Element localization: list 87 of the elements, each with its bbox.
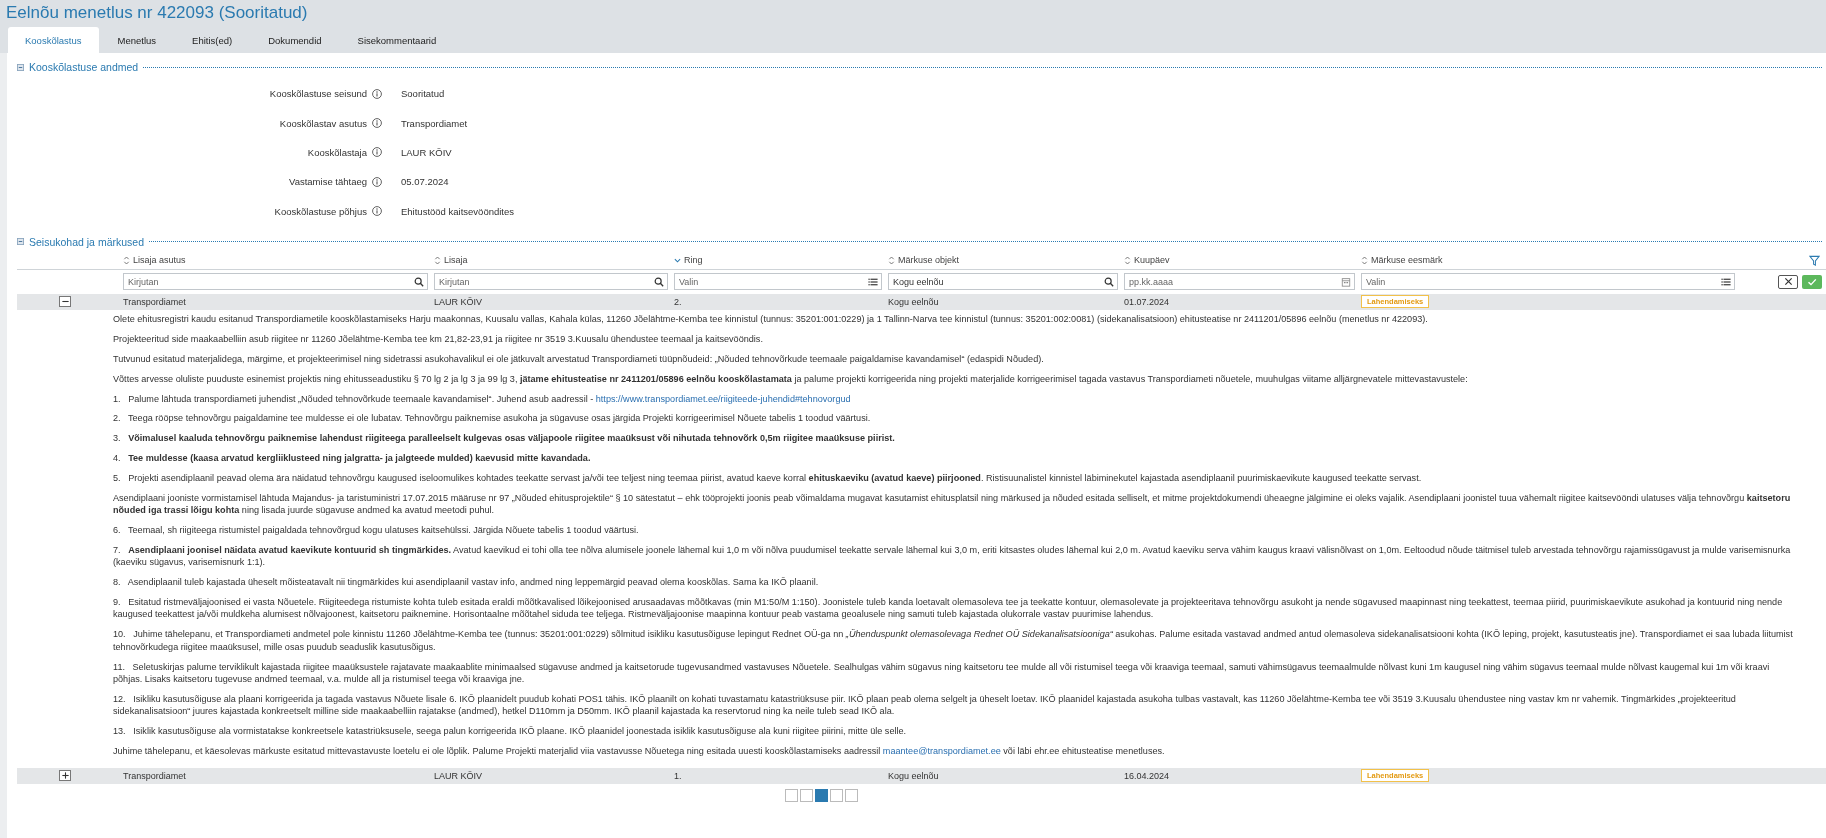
collapse-icon[interactable]: [17, 63, 24, 71]
filter-field[interactable]: Kirjutan: [123, 273, 428, 291]
numbered-paragraph: 8. Asendiplaanil tuleb kajastada üheselt mõisteatavalt nii tingmärkides kui asendiplaanil vastav info, andmed ning leppemärgid peavad olema kooskõlas. Sama ka IKÕ plaanil.: [113, 576, 820, 589]
tab[interactable]: Ehitis(ed): [175, 27, 250, 53]
numbered-paragraph: 7. Asendiplaani joonisel näidata avatud kaevikute kontuurid sh tingmärkides. Avatud kaevikud ei tohi olla tee nõlva alumisele joonele lähemal kui 1,0 m või nõlva puudumisel teekatte servale lähemal kui 3,0 m, eriti kitsastes oludes lähemal kui 2,0 m. Avatud kaeviku serva vähim kaugus kraavi välisnõlvast on 1,0m. Eeltoodud nõude täitmisel tuleb arvestada tehnovõrgu rajamissügavust ja mulde varisemisnurka (kaeviku sügavus, varisemisnurk 1:1).: [113, 544, 1792, 569]
filter-field[interactable]: Kirjutan: [434, 273, 668, 291]
link[interactable]: maantee@transpordiamet.ee: [882, 745, 1001, 756]
filter-icon[interactable]: [1809, 254, 1820, 266]
list-icon[interactable]: [868, 276, 878, 287]
column-header[interactable]: Lisaja: [444, 255, 468, 266]
tab[interactable]: Kooskõlastus: [8, 27, 99, 53]
paragraph: Tutvunud esitatud materjalidega, märgime, et projekteerimisel ning sidetrassi asukohavalikul ei ole jätkuvalt arvestatud Transpordiameti tüüpnõudeid: „Nõuded tehnovõrkude teemaale paigaldamise kavandamisel“ (edaspidi Nõuded).: [113, 352, 1045, 366]
page-title: Eelnõu menetlus nr 422093 (Sooritatud): [6, 2, 309, 24]
tab[interactable]: Sisekommentaarid: [340, 27, 454, 53]
filter-field[interactable]: pp.kk.aaaa: [1124, 273, 1355, 291]
expand-toggle[interactable]: [59, 770, 71, 782]
column-header[interactable]: Märkuse eesmärk: [1371, 255, 1443, 266]
numbered-paragraph: 2. Teega rööpse tehnovõrgu paigaldamine tee muldesse ei ole lubatav. Tehnovõrgu paiknemise asukoha ja sügavuse osas järgida Projekti korrigeerimisel Nõuete tabelis 1 toodud väärtusi.: [113, 412, 872, 425]
table-cell: LAUR KÕIV: [434, 296, 482, 307]
calendar-icon[interactable]: [1341, 276, 1351, 287]
filter-field[interactable]: Valin: [1361, 273, 1735, 291]
table-cell: LAUR KÕIV: [434, 770, 482, 781]
numbered-paragraph: 9. Esitatud ristmeväljajoonised ei vasta Nõuetele. Riigiteedega ristumiste kohta tuleb esitada eraldi mõõtkavalised lõikejoonised arusaadavas mõõtkavas (min M1:50/M 1:150). Joonistele tuleb kanda loetavalt olemasoleva tee ja teekatte kontuur, olemasolevate ja projekteeritava tehnovõrgu asukoht ja nende sügavused maapinnast ning teekattest, teemaa piirid, puurimiskaevikute asukohad ja kontuurid ning nende kaugused teekattest ja/või muldkeha alumisest nõlvajoonest, kaitsetoru paiknemine. Horisontaalne mõõtahel siduda tee teljega. Ristmeväljajoonise maapinna kontuur peab vastama geoalusele ning samuti tuleb kajastada olukorrale vastav puurimise lahendus.: [113, 596, 1784, 621]
field-label: Vastamise tähtaeg: [289, 176, 367, 188]
section-title: Kooskõlastuse andmed: [29, 61, 139, 73]
field-label: Kooskõlastav asutus: [279, 117, 367, 129]
numbered-paragraph: 10. Juhime tähelepanu, et Transpordiameti andmetel pole kinnistu 11260 Jõelähtme-Kemba tee (tunnus: 35201:001:0229) sõlmitud isikliku kasutusõiguse lepingut Rednet OÜ-ga nn „Ühenduspunkt olemasolevaga Rednet OÜ Sidekanalisatsiooniga“ asukohas. Palume esitada vastavad andmed antud olemasoleva sidekanalisatsiooni kohta (IKÕ leping, projekt, kasutusteatis jne). Transpordiamet ei saa lubada liitumist tehnovõrkudega riigitee maaüksusel, mille osas puudub seaduslik kasutusõigus.: [113, 628, 1794, 653]
filter-field[interactable]: Valin: [674, 273, 882, 291]
field-value: 05.07.2024: [401, 176, 449, 188]
paragraph: Asendiplaani jooniste vormistamisel lähtuda Majandus- ja taristuministri 17.07.2015 määruse nr 97 „Nõuded ehitusprojektile“ § 10 sätestatut – ehk tööprojekti joonis peab võimaldama mugavat kasutamist ehitusplatsil ning märkused ja nõuded esitada selliselt, et mitme projektdokumendi üheaegne jälgimine ei oleks vajalik. Asendiplaani joonistel tuua vähemalt riigitee kaitsevööndi ulatuses välja tehnovõrgu kaitsetoru nõuded iga trassi lõigu kohta ning lisada juurde sügavuse andmed ka avatud meetodi puhul.: [113, 491, 1792, 517]
sort-icon[interactable]: [434, 255, 441, 265]
numbered-paragraph: 5. Projekti asendiplaanil peavad olema ära näidatud tehnovõrgu kaugused iseloomulikes kohtades teekatte servast ja/või tee teljest ning teemaa piirist, avatud kaeve korral ehituskaeviku (avatud kaeve) piirjooned. Ristisuunalistel kinnistel läbiminekutel kajastada asendiplaanil puurimiskaevikute kaugused teekatte servast.: [113, 472, 1423, 485]
table-cell: 01.07.2024: [1124, 296, 1170, 307]
numbered-paragraph: 12. Isikliku kasutusõiguse ala plaani korrigeerida ja tagada vastavus Nõuete lisale 6. IKÕ plaanidelt puudub kohati POS1 tähis. IKÕ plaanilt on kohati tuvastamatu katastriüksuse piir. IKÕ plaan peab olema selgelt ja üheselt loetav. IKÕ plaanidel kajastada asukoha tulbas vastavalt, kas 11260 Jõelähtme-Kemba tee või 3519 3.Kuusalu ühendustee ning vastav km nr vahemik. Tingmärkides „projekteeritud sidekanalisatsioon“ juures kajastada konkreetselt milline side maakaabelliin rajatakse (andmed), hetkel D110mm ja D50mm. IKÕ plaanil kajastada ka reservtorud ning ka neile tuleb sead IKÕ ala.: [113, 692, 1737, 718]
numbered-paragraph: 1. Palume lähtuda transpordiameti juhendist „Nõuded tehnovõrkude teemaale kavandamisel“. Juhend asub aadressil - https://www.transpordiamet.ee/riigiteede-juhendid#tehnovorgud: [113, 392, 852, 405]
close-icon: [1783, 277, 1793, 287]
clear-button[interactable]: [1778, 274, 1798, 289]
field-value: Transpordiamet: [401, 117, 468, 129]
column-header[interactable]: Kuupäev: [1134, 255, 1170, 266]
table-cell: 2.: [674, 296, 682, 307]
info-icon[interactable]: [372, 147, 382, 158]
field-value: Ehitustööd kaitsevööndites: [401, 205, 515, 217]
paragraph: Võttes arvesse oluliste puuduste esinemist projektis ning ehitusseadustiku § 70 lg 2 ja lg 3 ja 99 lg 3, jätame ehitusteatise nr 2411201/05896 eelnõu kooskõlastamata ja palume projekti korrigeerida ning projekti materjalide korrigeerimisel tagada vastavus Transpordiameti nõuetele, muuhulgas viitame alljärgnevatele mittevastavustele:: [113, 372, 1469, 385]
column-header[interactable]: Lisaja asutus: [133, 255, 186, 266]
paragraph: Juhime tähelepanu, et käesolevas märkuste esitatud mittevastavuste loetelu ei ole lõplik. Palume Projekti materjalid viia vastavusse Nõuetega ning esitada uuesti kooskõlastamiseks aadressil maantee@transpordiamet.ee või läbi ehr.ee ehitusteatise menetluses.: [113, 744, 1166, 758]
table-cell: Transpordiamet: [123, 296, 186, 307]
plus-icon: [60, 771, 70, 781]
sort-icon[interactable]: [1124, 255, 1131, 265]
field-label: Kooskõlastuse seisund: [269, 88, 367, 100]
field-label: Kooskõlastuse põhjus: [274, 205, 367, 217]
field-value: LAUR KÕIV: [401, 146, 452, 158]
info-icon[interactable]: [372, 176, 382, 187]
paragraph: Projekteeritud side maakaabelliin asub riigitee nr 11260 Jõelähtme-Kemba tee km 21,82-23,91 ja riigitee nr 3519 3.Kuusalu ühendustee teemaal ja kaitsevööndis.: [113, 332, 764, 346]
paragraph: Olete ehitusregistri kaudu esitanud Transpordiametile kooskõlastamiseks Harju maakonnas, Kuusalu vallas, Kahala külas, 11260 Jõelähtme-Kemba tee kinnistul (tunnus: 35201:001:0229) ja 1 Tallinn-Narva tee kinnistul (tunnus: 35201:002:0081) (sidekanalisatsioon) ehitusteatise nr 2411201/05896 eelnõu (menetlus nr 422093).: [113, 312, 1429, 326]
search-icon[interactable]: [414, 276, 424, 287]
section-title: Seisukohad ja märkused: [29, 235, 144, 248]
info-icon[interactable]: [372, 206, 382, 217]
table-cell: Kogu eelnõu: [888, 296, 939, 307]
field-value: Sooritatud: [401, 88, 445, 100]
info-icon[interactable]: [372, 118, 382, 129]
numbered-paragraph: 4. Tee muldesse (kaasa arvatud kergliiklusteed ning jalgratta- ja jalgteede mulded) kaevusid mitte kavandada.: [113, 452, 592, 465]
numbered-paragraph: 3. Võimalusel kaaluda tehnovõrgu paiknemise lahendust riigiteega paralleelselt kulgevas osas väljapoole riigitee maaüksust või nihutada tehnovõrk 0,5m riigitee maaüksuse piirist.: [113, 432, 896, 445]
sort-icon[interactable]: [888, 255, 895, 265]
table-cell: Kogu eelnõu: [888, 770, 939, 781]
filter-field[interactable]: Kogu eelnõu: [888, 273, 1118, 291]
field-label: Kooskõlastaja: [307, 146, 367, 158]
list-icon[interactable]: [1721, 276, 1731, 287]
page-button[interactable]: [815, 788, 828, 802]
tab[interactable]: Dokumendid: [251, 27, 339, 53]
info-icon[interactable]: [372, 88, 382, 99]
search-icon[interactable]: [1104, 276, 1114, 287]
table-cell: 1.: [674, 770, 682, 781]
link[interactable]: https://www.transpordiamet.ee/riigiteede-juhendid#tehnovorgud: [595, 393, 851, 404]
numbered-paragraph: 13. Isiklik kasutusõiguse ala vormistatakse konkreetsele katastriüksusele, seega palun korrigeerida IKÕ plaane. IKÕ plaanidel joonestada isiklik kasutusõiguse ala kuni riigitee piirini, mitte üle selle.: [113, 724, 908, 738]
column-header[interactable]: Märkuse objekt: [898, 255, 960, 266]
search-icon[interactable]: [654, 276, 664, 287]
check-icon: [1807, 276, 1817, 287]
numbered-paragraph: 11. Seletuskirjas palume terviklikult kajastada riigitee maaüksustele rajatavate maakaablite minimaalsed sügavuse andmed ja kaitsetorude tugevusandmed vastavuses Nõuetele. Sealhulgas vähim sügavus ning kaitsetoru tee mulde all või ristumisel teega või kraaviga teemaal, samuti vähimsügavus teemaalmulde nõlvast kuni 1m kaugusel ning vähim sügavus teemaal mulde nõlvast kaugemal kui 1m või kraavi põhjas. Lisaks kaitsetoru tugevuse andmed teemaal, v.a. mulde all ja ristumisel teega või kraaviga jne.: [113, 660, 1771, 686]
table-cell: Transpordiamet: [123, 770, 186, 781]
tab[interactable]: Menetlus: [100, 27, 174, 53]
expand-toggle[interactable]: [59, 296, 71, 308]
sort-icon[interactable]: [1361, 255, 1368, 265]
column-header[interactable]: Ring: [684, 255, 703, 266]
collapse-icon[interactable]: [17, 238, 24, 246]
table-cell: 16.04.2024: [1124, 770, 1170, 781]
sort-icon[interactable]: [123, 255, 130, 265]
numbered-paragraph: 6. Teemaal, sh riigiteega ristumistel paigaldada tehnovõrgud kogu ulatuses kaitsehülssi. Järgida Nõuete tabelis 1 toodud väärtusi.: [113, 524, 640, 537]
